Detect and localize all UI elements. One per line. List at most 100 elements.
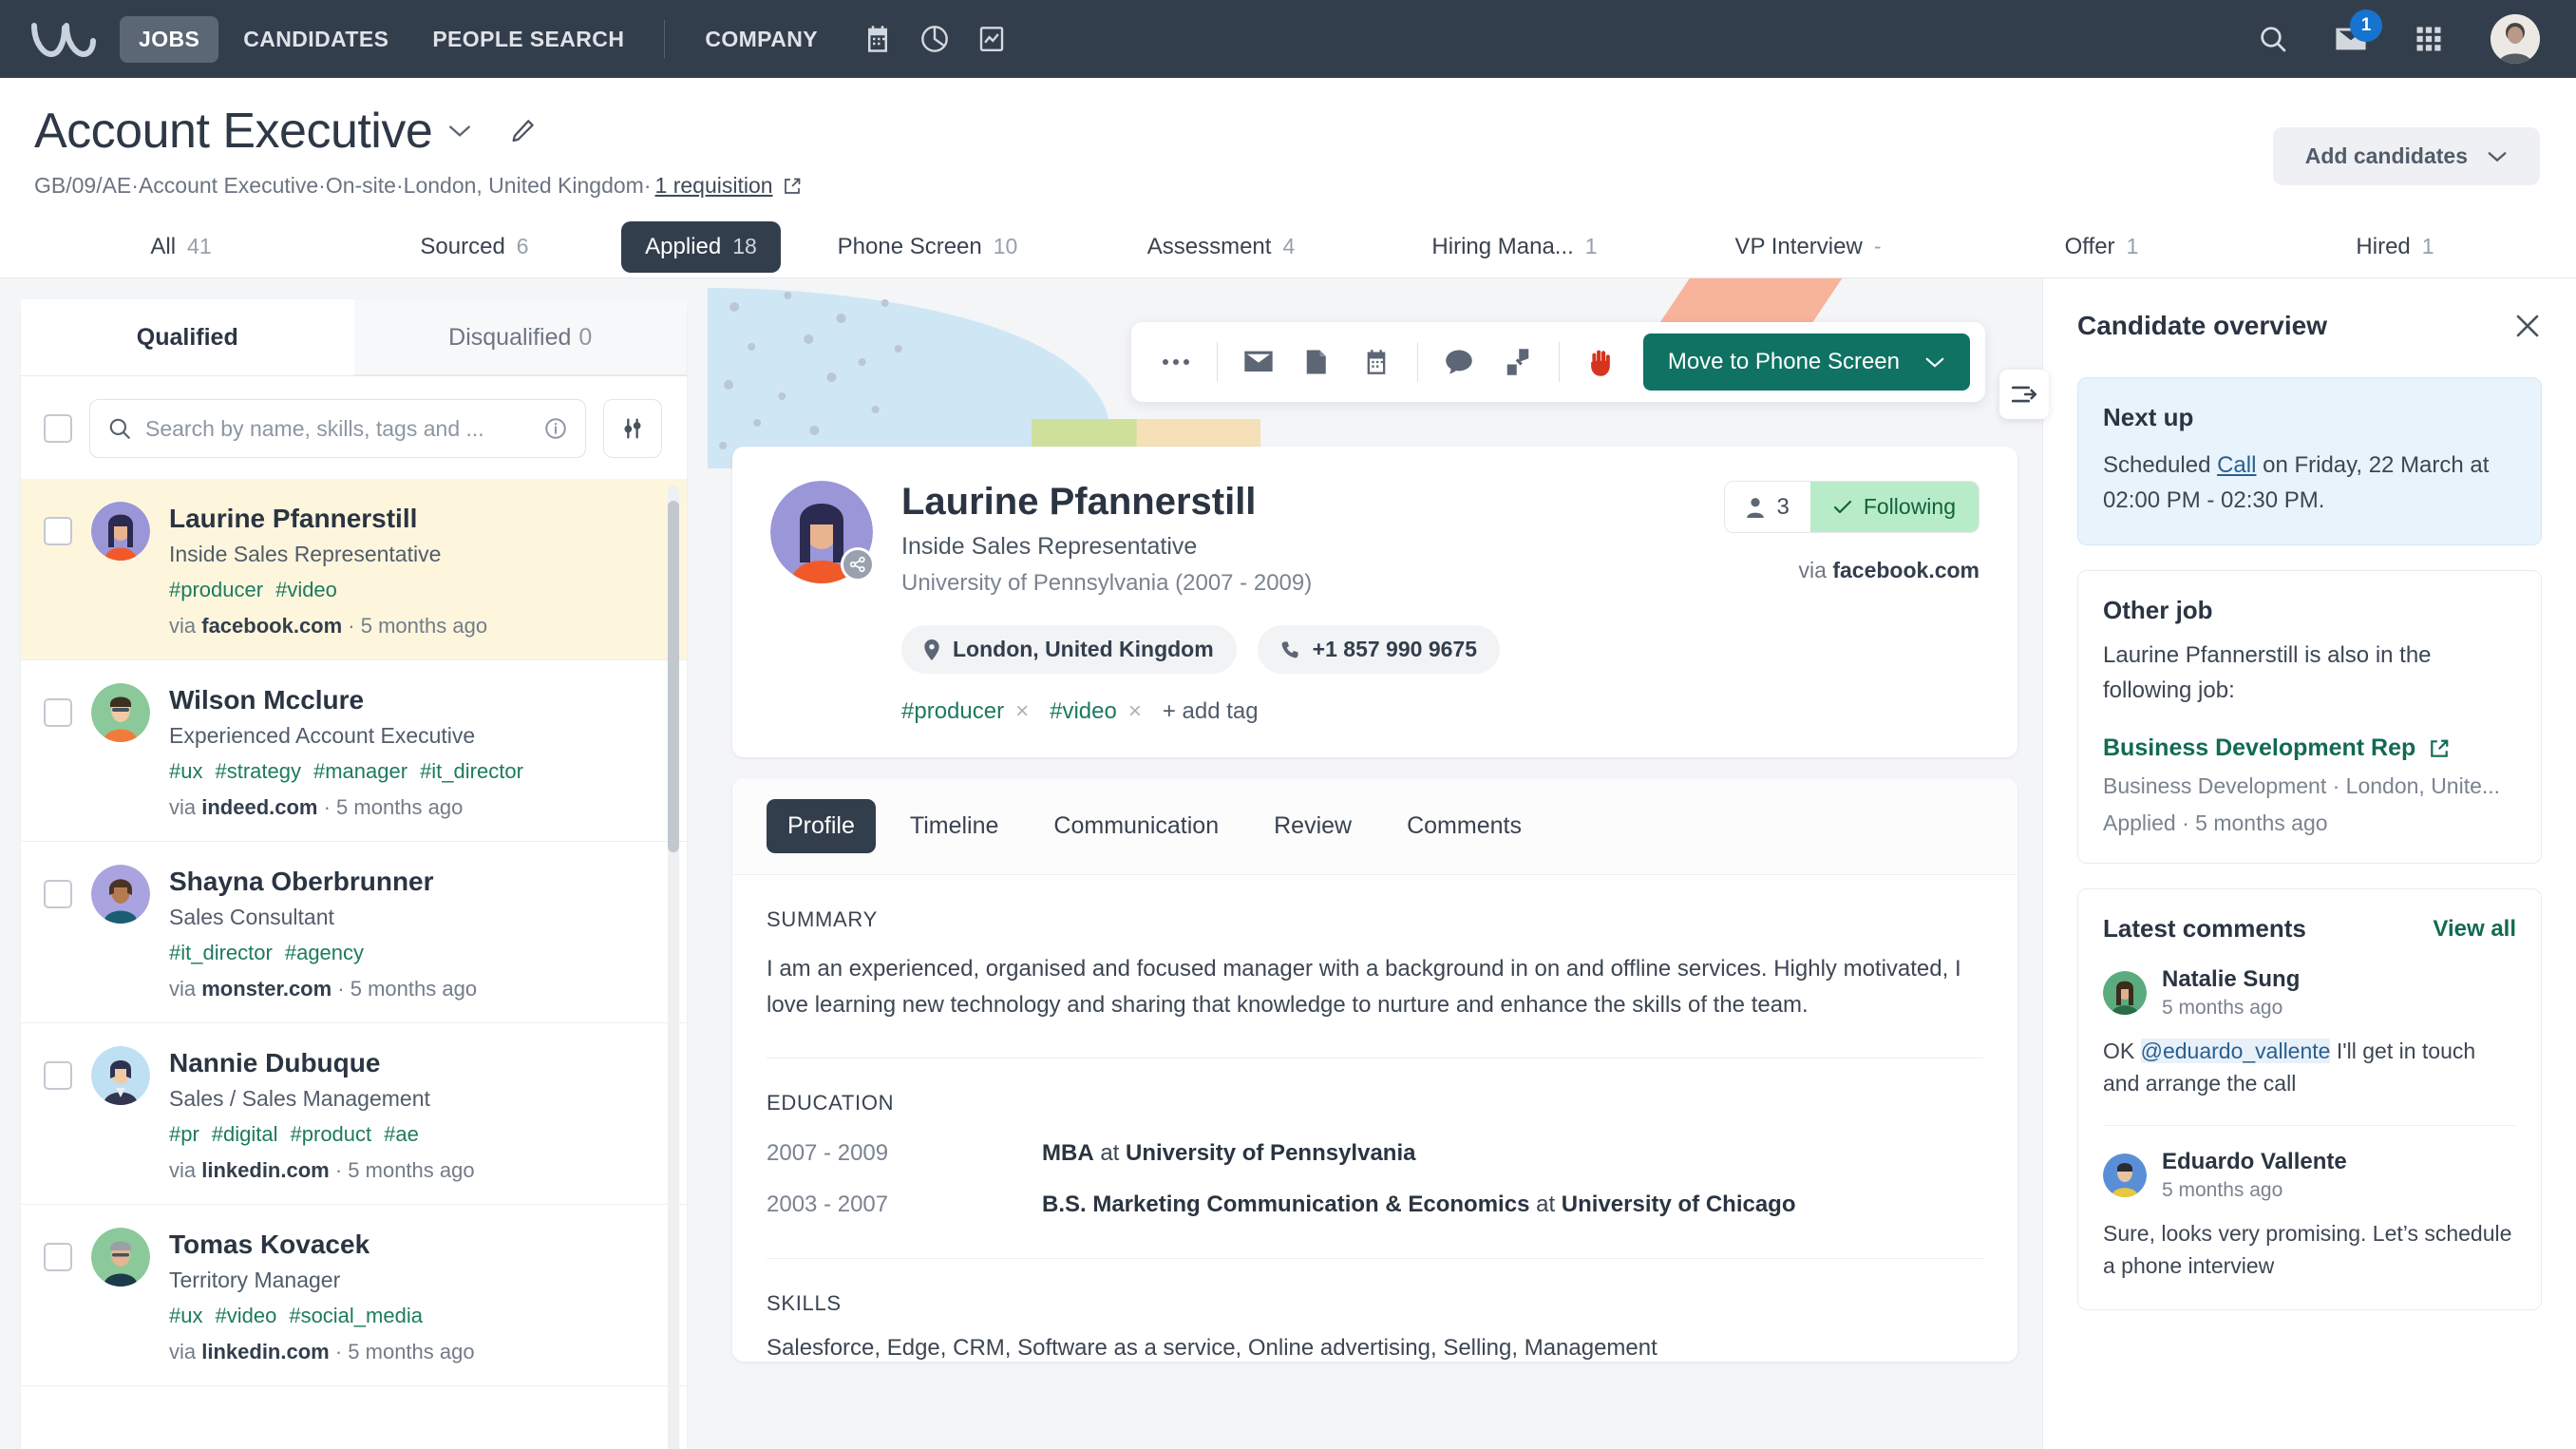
tab-review[interactable]: Review: [1253, 799, 1373, 853]
candidate-list-item[interactable]: Shayna Oberbrunner Sales Consultant #it_…: [21, 842, 687, 1023]
tag[interactable]: #it_director: [420, 759, 523, 784]
candidate-list-item[interactable]: Laurine Pfannerstill Inside Sales Repres…: [21, 479, 687, 660]
stage-label: Assessment: [1146, 233, 1272, 259]
comment-author-meta: Eduardo Vallente 5 months ago: [2162, 1149, 2347, 1202]
chevron-down-icon[interactable]: [1924, 356, 1945, 369]
nav-link-people-search[interactable]: PEOPLE SEARCH: [413, 16, 643, 63]
search-input[interactable]: [145, 415, 530, 442]
candidate-list-item[interactable]: Tomas Kovacek Territory Manager #ux #vid…: [21, 1205, 687, 1386]
reports-pie-icon[interactable]: [919, 23, 951, 55]
tab-timeline[interactable]: Timeline: [889, 799, 1020, 853]
user-avatar[interactable]: [2491, 14, 2540, 64]
tag[interactable]: #social_media: [289, 1304, 423, 1328]
stage-tab-assessment[interactable]: Assessment 4: [1074, 222, 1368, 272]
row-checkbox[interactable]: [44, 1243, 72, 1271]
tag[interactable]: #manager: [313, 759, 407, 784]
tag[interactable]: #video: [1050, 698, 1117, 725]
mail-button[interactable]: 1: [2335, 10, 2382, 55]
nav-utility-icons: [862, 23, 1008, 55]
row-checkbox[interactable]: [44, 1061, 72, 1090]
analytics-chart-icon[interactable]: [975, 23, 1008, 55]
tab-communication[interactable]: Communication: [1032, 799, 1240, 853]
search-box[interactable]: [89, 399, 586, 458]
stage-tab-offer[interactable]: Offer 1: [1955, 222, 2248, 272]
apps-grid-icon[interactable]: [2413, 23, 2445, 55]
phone-chip[interactable]: +1 857 990 9675: [1257, 625, 1500, 674]
job-title-row: Account Executive: [34, 103, 2542, 160]
tag[interactable]: #pr: [169, 1122, 199, 1147]
chevron-down-icon[interactable]: [447, 124, 472, 139]
stage-tab-applied[interactable]: Applied 18: [621, 220, 781, 273]
calendar-icon[interactable]: [862, 23, 894, 55]
tab-comments[interactable]: Comments: [1386, 799, 1543, 853]
candidate-list[interactable]: Laurine Pfannerstill Inside Sales Repres…: [21, 479, 687, 1449]
stage-label: Applied: [645, 233, 722, 259]
collapse-panel-button[interactable]: [1999, 370, 2049, 419]
search-icon[interactable]: [2257, 23, 2289, 55]
comment-divider: [2103, 1124, 2516, 1126]
other-job-link[interactable]: Business Development Rep: [2103, 734, 2516, 762]
tag[interactable]: #strategy: [215, 759, 301, 784]
info-icon[interactable]: [543, 416, 568, 441]
stage-count: 6: [516, 234, 529, 258]
remove-tag-icon[interactable]: ×: [1128, 698, 1142, 725]
tag[interactable]: #producer: [169, 578, 263, 602]
row-checkbox[interactable]: [44, 517, 72, 545]
comment-author-meta: Natalie Sung 5 months ago: [2162, 966, 2300, 1020]
nav-link-jobs[interactable]: JOBS: [120, 15, 219, 63]
comment-icon[interactable]: [1430, 334, 1488, 390]
tag[interactable]: #product: [291, 1122, 372, 1147]
view-all-comments-link[interactable]: View all: [2433, 916, 2516, 943]
tag[interactable]: #it_director: [169, 941, 273, 965]
tag[interactable]: #producer: [901, 698, 1004, 725]
more-dots-icon[interactable]: [1146, 334, 1205, 390]
next-up-call-link[interactable]: Call: [2217, 452, 2256, 478]
tag[interactable]: #digital: [212, 1122, 278, 1147]
calendar-icon[interactable]: [1347, 334, 1406, 390]
tag[interactable]: #ux: [169, 1304, 202, 1328]
stage-tab-hired[interactable]: Hired 1: [2248, 222, 2542, 272]
tag[interactable]: #video: [275, 578, 337, 602]
stage-tab-all[interactable]: All 41: [34, 222, 328, 272]
add-tag-button[interactable]: + add tag: [1163, 698, 1259, 725]
tab-disqualified[interactable]: Disqualified 0: [353, 299, 687, 375]
remove-tag-icon[interactable]: ×: [1015, 698, 1029, 725]
followers-count[interactable]: 3: [1725, 483, 1809, 532]
email-icon[interactable]: [1229, 334, 1288, 390]
row-checkbox[interactable]: [44, 698, 72, 727]
stage-tab-sourced[interactable]: Sourced 6: [328, 222, 621, 272]
tag[interactable]: #agency: [285, 941, 364, 965]
tag[interactable]: #ae: [384, 1122, 419, 1147]
nav-link-candidates[interactable]: CANDIDATES: [224, 16, 407, 63]
requisition-link[interactable]: 1 requisition: [655, 173, 773, 199]
nav-link-company[interactable]: COMPANY: [686, 16, 837, 63]
disqualify-hand-icon[interactable]: [1571, 334, 1630, 390]
candidate-tags: #it_director #agency: [169, 941, 662, 965]
stage-tab-vp-interview[interactable]: VP Interview -: [1661, 222, 1955, 272]
education-years: 2003 - 2007: [767, 1191, 889, 1217]
following-status-badge[interactable]: Following: [1809, 482, 1979, 532]
move-button-label: Move to Phone Screen: [1667, 349, 1900, 374]
add-candidates-button[interactable]: Add candidates: [2272, 127, 2540, 185]
edit-pencil-icon[interactable]: [508, 117, 537, 145]
stage-tab-phone-screen[interactable]: Phone Screen 10: [781, 222, 1074, 272]
candidate-list-item[interactable]: Nannie Dubuque Sales / Sales Management …: [21, 1023, 687, 1205]
tab-qualified[interactable]: Qualified: [21, 299, 354, 375]
move-to-phone-screen-button[interactable]: Move to Phone Screen: [1642, 334, 1970, 391]
comment-mention[interactable]: @eduardo_vallente: [2140, 1038, 2331, 1063]
stage-tab-hiring-manager[interactable]: Hiring Mana... 1: [1368, 222, 1661, 272]
tag[interactable]: #ux: [169, 759, 202, 784]
share-icon[interactable]: [1288, 334, 1347, 390]
row-checkbox[interactable]: [44, 880, 72, 908]
workable-logo-icon[interactable]: [27, 17, 99, 61]
location-chip[interactable]: London, United Kingdom: [901, 625, 1237, 674]
move-stage-icon[interactable]: [1488, 334, 1547, 390]
close-icon[interactable]: [2513, 312, 2542, 340]
list-scrollbar-thumb[interactable]: [668, 501, 679, 852]
tag[interactable]: #video: [215, 1304, 276, 1328]
filter-settings-button[interactable]: [603, 399, 662, 458]
candidate-list-item[interactable]: Wilson Mcclure Experienced Account Execu…: [21, 660, 687, 842]
external-link-icon[interactable]: [783, 177, 802, 196]
select-all-checkbox[interactable]: [44, 414, 72, 443]
tab-profile[interactable]: Profile: [767, 799, 876, 853]
